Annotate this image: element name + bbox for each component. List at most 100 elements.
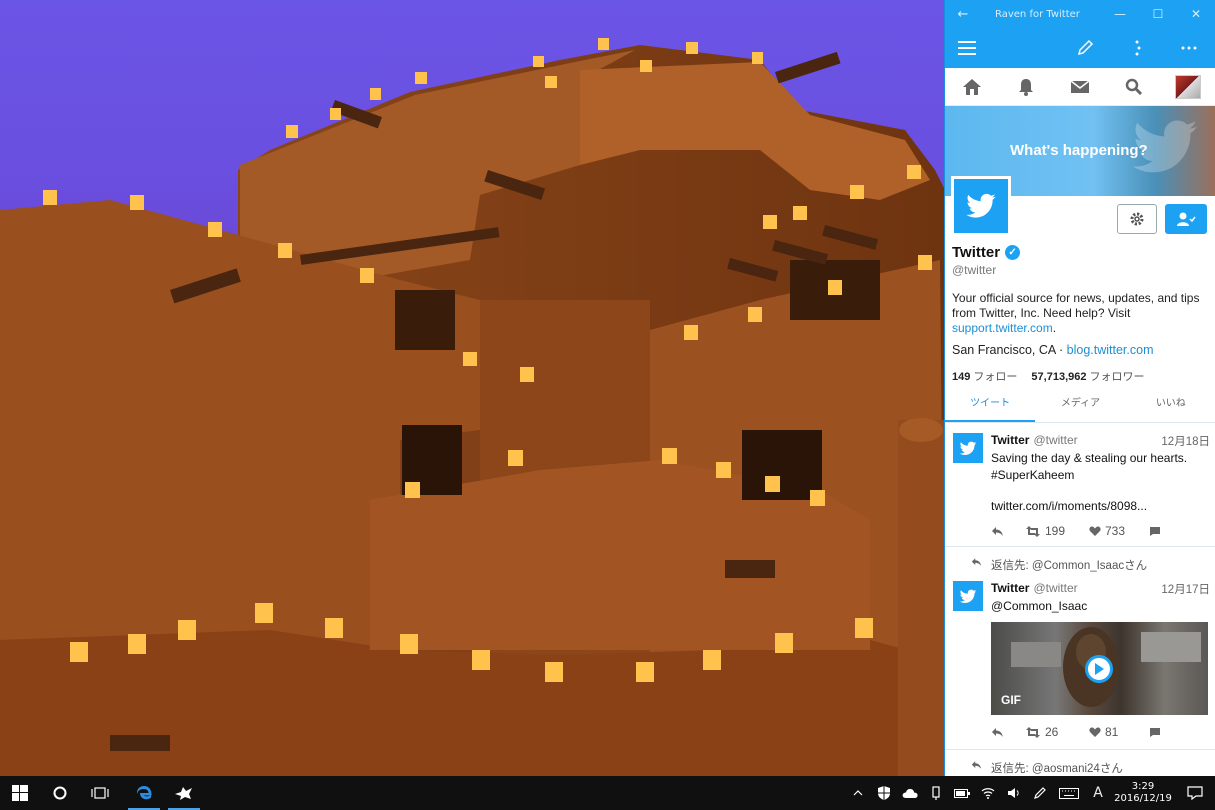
back-button[interactable]: ← [945, 7, 981, 22]
twitter-bird-icon [966, 193, 996, 218]
tweet-timeline: Twitter @twitter 12月18日 Saving the day &… [945, 423, 1215, 776]
profile-name: Twitter [952, 244, 1001, 261]
more-options-icon[interactable] [1163, 46, 1215, 50]
tweet-item[interactable]: Twitter @twitter 12月18日 Saving the day &… [945, 423, 1215, 547]
search-icon[interactable] [1107, 68, 1161, 106]
tweet-author-name[interactable]: Twitter [991, 433, 1029, 449]
reply-context-text: 返信先: @Common_Isaacさん [991, 560, 1148, 572]
window-titlebar: ← Raven for Twitter — ☐ ✕ [945, 0, 1215, 28]
tweet-link[interactable]: twitter.com/i/moments/8098... [991, 499, 1210, 514]
following-button[interactable] [1165, 204, 1207, 234]
profile-info: Twitter ✓ @twitter Your official source … [952, 244, 1209, 384]
profile-location: San Francisco, CA [952, 343, 1056, 357]
profile-tabs: ツイート メディア いいね [945, 386, 1215, 423]
reply-arrow-icon [971, 558, 982, 566]
direct-message-icon[interactable] [1149, 526, 1161, 537]
hamburger-menu-icon[interactable] [945, 41, 989, 55]
wifi-icon[interactable] [975, 787, 1001, 799]
tab-tweets[interactable]: ツイート [945, 386, 1036, 422]
pen-workspace-icon[interactable] [1027, 786, 1053, 800]
defender-shield-icon[interactable] [871, 786, 897, 800]
retweet-button[interactable]: 26 [1025, 725, 1089, 739]
tweet-item[interactable]: 返信先: @Common_Isaacさん Twitter @twitter 12… [945, 547, 1215, 750]
followers-stat[interactable]: 57,713,962 フォロワー [1031, 368, 1144, 384]
tweet-item[interactable]: 返信先: @aosmani24さん [945, 750, 1215, 776]
windows-logo-icon [12, 785, 28, 801]
taskbar-edge-button[interactable] [124, 776, 164, 810]
cortana-button[interactable] [40, 776, 80, 810]
play-button-icon[interactable] [1085, 655, 1113, 683]
show-hidden-icons-chevron-icon[interactable] [845, 790, 871, 796]
twitter-bird-icon [959, 441, 977, 455]
raven-bird-icon [175, 787, 192, 800]
tweet-date: 12月17日 [1161, 584, 1210, 596]
user-check-icon [1177, 212, 1196, 226]
profile-avatar[interactable] [951, 176, 1011, 236]
retweet-button[interactable]: 199 [1025, 524, 1089, 538]
twitter-bird-icon [959, 589, 977, 603]
pen-device-icon[interactable] [923, 786, 949, 800]
account-avatar[interactable] [1161, 68, 1215, 106]
taskbar: A 3:29 2016/12/19 [0, 776, 1215, 810]
tweet-author-name[interactable]: Twitter [991, 581, 1029, 597]
tweet-avatar[interactable] [953, 581, 983, 611]
app-toolbar [945, 28, 1215, 68]
main-navigation [945, 68, 1215, 106]
bio-support-link[interactable]: support.twitter.com [952, 321, 1053, 335]
bio-text: Your official source for news, updates, … [952, 291, 1200, 320]
battery-icon[interactable] [949, 788, 975, 798]
reply-icon[interactable] [991, 526, 1025, 537]
wallpaper-image [0, 38, 945, 776]
ime-indicator[interactable]: A [1085, 785, 1111, 801]
compose-pencil-icon[interactable] [1059, 39, 1111, 57]
like-button[interactable]: 81 [1089, 725, 1149, 739]
tweet-mention[interactable]: @Common_Isaac [991, 599, 1210, 614]
tweet-media-gif[interactable]: GIF [991, 622, 1208, 715]
raven-window: ← Raven for Twitter — ☐ ✕ What's happeni… [944, 0, 1215, 776]
home-icon[interactable] [945, 68, 999, 106]
tweet-avatar[interactable] [953, 433, 983, 463]
maximize-button[interactable]: ☐ [1139, 7, 1177, 21]
tab-likes[interactable]: いいね [1126, 386, 1215, 422]
close-button[interactable]: ✕ [1177, 7, 1215, 21]
minimize-button[interactable]: — [1101, 7, 1139, 21]
bio-end: . [1052, 321, 1057, 335]
volume-icon[interactable] [1001, 787, 1027, 799]
profile-website-link[interactable]: blog.twitter.com [1067, 343, 1154, 357]
following-count: 149 [952, 371, 971, 383]
tab-media[interactable]: メディア [1035, 386, 1125, 422]
gif-badge: GIF [1001, 693, 1021, 707]
reply-icon[interactable] [991, 727, 1025, 738]
followers-count: 57,713,962 [1031, 371, 1087, 383]
profile-bio: Your official source for news, updates, … [952, 291, 1209, 336]
following-stat[interactable]: 149 フォロー [952, 368, 1017, 384]
start-button[interactable] [0, 776, 40, 810]
heart-icon [1089, 525, 1101, 536]
like-count: 81 [1105, 725, 1119, 739]
reply-context: 返信先: @aosmani24さん [945, 750, 1215, 776]
tweet-text: Saving the day & stealing our hearts. [991, 451, 1188, 465]
verified-badge-icon: ✓ [1005, 245, 1021, 260]
task-view-button[interactable] [80, 776, 120, 810]
direct-message-icon[interactable] [1149, 727, 1161, 738]
banner-headline: What's happening? [1010, 142, 1148, 159]
heart-icon [1089, 726, 1101, 737]
tweet-hashtag[interactable]: #SuperKaheem [991, 468, 1210, 483]
system-clock[interactable]: 3:29 2016/12/19 [1111, 781, 1175, 805]
gear-icon [1130, 212, 1144, 226]
profile-settings-button[interactable] [1117, 204, 1157, 234]
onedrive-cloud-icon[interactable] [897, 788, 923, 798]
touch-keyboard-icon[interactable] [1053, 787, 1085, 799]
edge-browser-icon [136, 786, 152, 800]
like-button[interactable]: 733 [1089, 524, 1149, 538]
following-label: フォロー [973, 371, 1018, 383]
messages-envelope-icon[interactable] [1053, 68, 1107, 106]
tweet-date: 12月18日 [1161, 436, 1210, 448]
taskbar-raven-button[interactable] [164, 776, 204, 810]
notifications-bell-icon[interactable] [999, 68, 1053, 106]
tweet-actions: 26 81 [991, 723, 1210, 741]
profile-name-row: Twitter ✓ [952, 244, 1209, 261]
tweet-actions: 199 733 [991, 522, 1210, 540]
action-center-notification-icon[interactable] [1175, 786, 1215, 800]
location-separator: · [1059, 343, 1064, 357]
